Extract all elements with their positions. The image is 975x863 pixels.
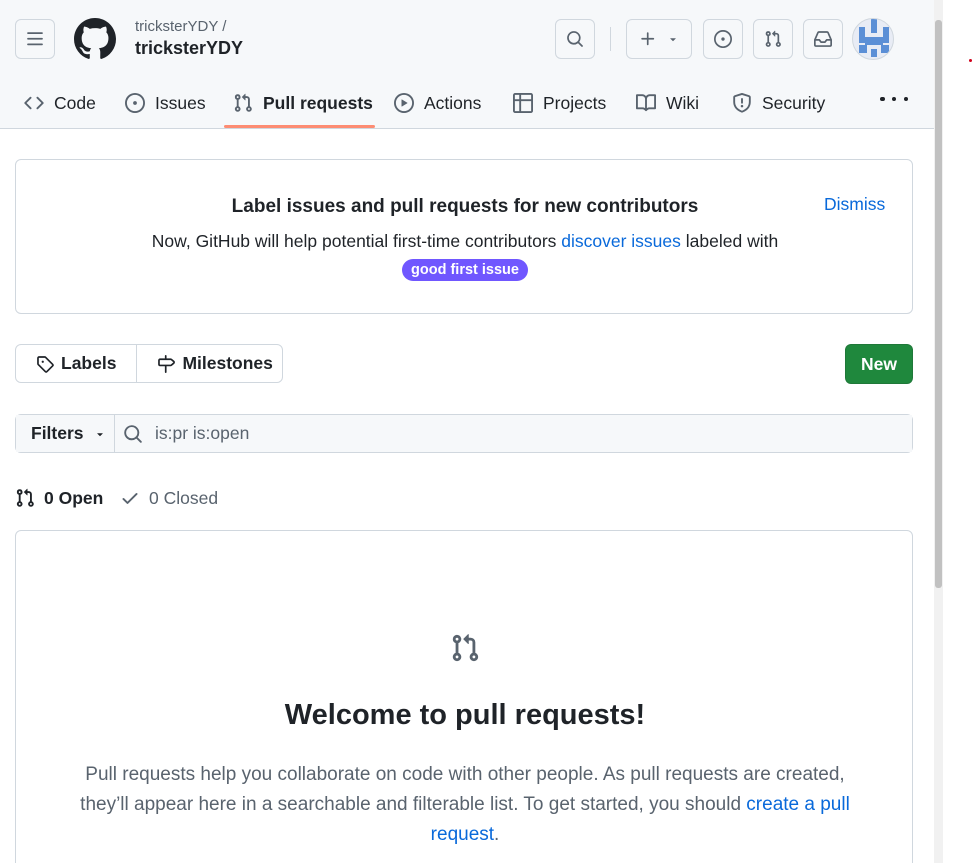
tab-security[interactable]: Security xyxy=(732,78,825,128)
git-pull-request-icon xyxy=(765,30,781,47)
check-icon xyxy=(122,493,138,504)
pull-requests-button[interactable] xyxy=(753,19,793,59)
tab-projects[interactable]: Projects xyxy=(513,78,606,128)
tab-code-label: Code xyxy=(54,92,96,113)
open-count-label: 0 Open xyxy=(44,487,104,508)
blankslate: Welcome to pull requests! Pull requests … xyxy=(15,530,913,863)
user-avatar[interactable] xyxy=(852,18,894,60)
new-pull-request-button[interactable]: New xyxy=(845,344,913,384)
tab-wiki-label: Wiki xyxy=(666,92,700,113)
milestone-icon xyxy=(158,354,176,373)
tab-wiki[interactable]: Wiki xyxy=(636,78,699,128)
code-icon xyxy=(24,96,44,110)
blankslate-title: Welcome to pull requests! xyxy=(284,699,646,731)
milestones-button[interactable]: Milestones xyxy=(136,345,292,382)
dismiss-button[interactable]: Dismiss xyxy=(824,194,885,215)
search-query: is:pr is:open xyxy=(155,423,250,443)
search-icon xyxy=(567,31,583,47)
tag-icon xyxy=(37,355,54,373)
three-bars-icon xyxy=(27,32,43,46)
tab-issues-label: Issues xyxy=(155,92,206,113)
hamburger-menu-button[interactable] xyxy=(15,19,55,59)
filters-label: Filters xyxy=(31,423,84,443)
triangle-down-icon xyxy=(670,38,676,42)
tab-actions[interactable]: Actions xyxy=(394,78,481,128)
create-new-button[interactable] xyxy=(626,19,692,59)
search-icon xyxy=(124,424,142,443)
discover-issues-link[interactable]: discover issues xyxy=(561,231,681,251)
milestones-label: Milestones xyxy=(182,353,273,373)
book-icon xyxy=(636,94,656,112)
inbox-icon xyxy=(814,31,832,47)
good-first-issue-label[interactable]: good first issue xyxy=(402,259,528,281)
tab-pull-requests[interactable]: Pull requests xyxy=(233,78,373,128)
banner-text-start: Now, GitHub will help potential first-ti… xyxy=(151,231,562,251)
repo-nav-tabs: Code Issues Pull requests Actions Projec… xyxy=(0,78,934,128)
labels-button[interactable]: Labels xyxy=(16,345,136,382)
search-input[interactable]: is:pr is:open xyxy=(115,415,912,452)
issue-opened-icon xyxy=(125,93,145,113)
banner-text-end: labeled with xyxy=(680,231,779,251)
new-contributors-banner: Label issues and pull requests for new c… xyxy=(15,159,913,314)
banner-text: Now, GitHub will help potential first-ti… xyxy=(146,228,784,282)
closed-count-label: 0 Closed xyxy=(149,487,219,508)
repo-header: tricksterYDY / tricksterYDY Code Issues … xyxy=(0,0,934,129)
active-tab-underline xyxy=(224,125,375,128)
blankslate-period: . xyxy=(494,824,500,845)
tab-security-label: Security xyxy=(762,92,826,113)
tab-projects-label: Projects xyxy=(543,92,607,113)
blankslate-text: Pull requests help you collaborate on co… xyxy=(66,760,864,850)
issue-opened-icon xyxy=(714,30,732,48)
github-logo-icon[interactable] xyxy=(74,18,116,60)
closed-state-tab[interactable]: 0 Closed xyxy=(120,486,218,510)
filters-dropdown-button[interactable]: Filters xyxy=(16,415,115,452)
indicator-dot xyxy=(969,59,972,62)
git-pull-request-icon xyxy=(452,634,479,662)
search-button[interactable] xyxy=(555,19,595,59)
identicon-icon xyxy=(859,19,889,57)
repo-owner-link[interactable]: tricksterYDY / xyxy=(135,18,226,35)
labels-milestones-group: Labels Milestones xyxy=(15,344,283,383)
banner-title: Label issues and pull requests for new c… xyxy=(231,196,699,217)
git-pull-request-icon xyxy=(16,488,34,507)
scrollbar-thumb[interactable] xyxy=(935,20,942,588)
play-icon xyxy=(394,93,414,113)
blankslate-description: Pull requests help you collaborate on co… xyxy=(80,764,845,815)
filter-bar: Filters is:pr is:open xyxy=(15,414,913,453)
tab-actions-label: Actions xyxy=(424,92,482,113)
shield-icon xyxy=(733,93,751,113)
table-icon xyxy=(513,93,533,113)
more-tabs-kebab-icon[interactable] xyxy=(880,88,908,110)
open-state-tab[interactable]: 0 Open xyxy=(15,486,103,510)
inbox-button[interactable] xyxy=(803,19,843,59)
header-divider xyxy=(610,27,611,51)
labels-label: Labels xyxy=(61,353,117,373)
issues-button[interactable] xyxy=(703,19,743,59)
tab-code[interactable]: Code xyxy=(24,78,96,128)
tab-pull-requests-label: Pull requests xyxy=(263,92,373,113)
plus-icon xyxy=(641,32,655,46)
triangle-down-icon xyxy=(96,432,103,436)
tab-issues[interactable]: Issues xyxy=(125,78,206,128)
git-pull-request-icon xyxy=(234,93,252,112)
repo-name-link[interactable]: tricksterYDY xyxy=(135,38,243,59)
